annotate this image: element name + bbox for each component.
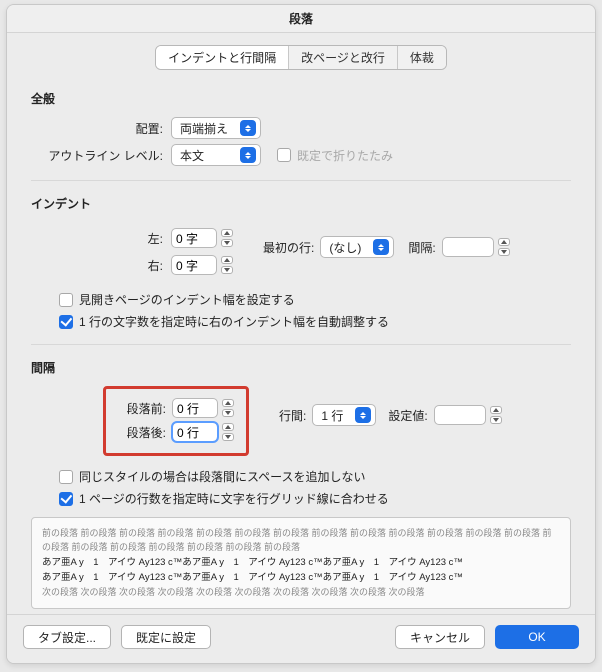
space-before-stepper[interactable]	[172, 397, 234, 419]
preview-pane: 前の段落 前の段落 前の段落 前の段落 前の段落 前の段落 前の段落 前の段落 …	[31, 517, 571, 609]
collapsed-label: 既定で折りたたみ	[297, 147, 393, 164]
step-up-icon[interactable]	[221, 256, 233, 264]
step-up-icon[interactable]	[490, 406, 502, 414]
space-before-input[interactable]	[172, 398, 218, 418]
outline-select[interactable]: 本文	[171, 144, 261, 166]
step-down-icon[interactable]	[221, 239, 233, 247]
mirror-indent-checkbox[interactable]	[59, 293, 73, 307]
line-at-input[interactable]	[434, 405, 486, 425]
alignment-select[interactable]: 両端揃え	[171, 117, 261, 139]
step-up-icon[interactable]	[221, 229, 233, 237]
alignment-label: 配置:	[31, 120, 171, 137]
indent-left-label: 左:	[31, 230, 171, 247]
step-up-icon[interactable]	[222, 399, 234, 407]
outline-value: 本文	[180, 147, 204, 164]
line-spacing-value: 1 行	[321, 407, 343, 424]
section-spacing: 間隔	[31, 359, 571, 376]
step-down-icon[interactable]	[498, 248, 510, 256]
step-up-icon[interactable]	[222, 423, 234, 431]
line-spacing-select[interactable]: 1 行	[312, 404, 376, 426]
space-after-stepper[interactable]	[172, 421, 234, 443]
chevron-updown-icon	[373, 239, 389, 255]
ok-button[interactable]: OK	[495, 625, 579, 649]
step-down-icon[interactable]	[221, 266, 233, 274]
firstline-select[interactable]: (なし)	[320, 236, 394, 258]
indent-right-label: 右:	[31, 257, 171, 274]
tab-typography[interactable]: 体裁	[398, 46, 446, 69]
section-general: 全般	[31, 90, 571, 107]
indent-right-stepper[interactable]	[171, 254, 233, 276]
dialog-title: 段落	[7, 5, 595, 33]
indent-left-input[interactable]	[171, 228, 217, 248]
tab-page-break[interactable]: 改ページと改行	[289, 46, 398, 69]
spacing-highlight-box: 段落前: 段落後:	[103, 386, 249, 456]
separator	[31, 344, 571, 345]
no-space-same-style-label: 同じスタイルの場合は段落間にスペースを追加しない	[79, 468, 366, 485]
indent-right-input[interactable]	[171, 255, 217, 275]
separator	[31, 180, 571, 181]
preview-before: 前の段落 前の段落 前の段落 前の段落 前の段落 前の段落 前の段落 前の段落 …	[42, 526, 560, 555]
snap-to-grid-label: 1 ページの行数を指定時に文字を行グリッド線に合わせる	[79, 490, 389, 507]
autoadjust-indent-label: 1 行の文字数を指定時に右のインデント幅を自動調整する	[79, 313, 389, 330]
firstline-label: 最初の行:	[263, 239, 320, 256]
chevron-updown-icon	[355, 407, 371, 423]
alignment-value: 両端揃え	[180, 120, 228, 137]
paragraph-dialog: 段落 インデントと行間隔 改ページと改行 体裁 全般 配置: 両端揃え アウトラ…	[6, 4, 596, 664]
chevron-updown-icon	[240, 120, 256, 136]
firstline-value: (なし)	[329, 239, 361, 256]
chevron-updown-icon	[240, 147, 256, 163]
step-down-icon[interactable]	[222, 409, 234, 417]
space-after-label: 段落後:	[118, 424, 172, 441]
tab-indent-spacing[interactable]: インデントと行間隔	[156, 46, 289, 69]
space-before-label: 段落前:	[118, 400, 172, 417]
content-area: 全般 配置: 両端揃え アウトライン レベル: 本文 既定で折りたたみ インデン…	[7, 82, 595, 614]
step-down-icon[interactable]	[490, 416, 502, 424]
dialog-footer: タブ設定... 既定に設定 キャンセル OK	[7, 614, 595, 663]
step-down-icon[interactable]	[222, 433, 234, 441]
preview-body-line: あア亜A y 1 アイウ Ay123 c™あア亜A y 1 アイウ Ay123 …	[42, 570, 560, 585]
set-default-button[interactable]: 既定に設定	[121, 625, 211, 649]
outline-label: アウトライン レベル:	[31, 147, 171, 164]
line-at-stepper[interactable]	[434, 404, 502, 426]
preview-body-line: あア亜A y 1 アイウ Ay123 c™あア亜A y 1 アイウ Ay123 …	[42, 555, 560, 570]
tabs-settings-button[interactable]: タブ設定...	[23, 625, 111, 649]
no-space-same-style-checkbox[interactable]	[59, 470, 73, 484]
mirror-indent-label: 見開きページのインデント幅を設定する	[79, 291, 295, 308]
space-after-input[interactable]	[172, 422, 218, 442]
firstline-amount-label: 間隔:	[408, 239, 441, 256]
cancel-button[interactable]: キャンセル	[395, 625, 485, 649]
tab-bar: インデントと行間隔 改ページと改行 体裁	[7, 45, 595, 70]
autoadjust-indent-checkbox[interactable]	[59, 315, 73, 329]
section-indent: インデント	[31, 195, 571, 212]
firstline-amount-stepper[interactable]	[442, 236, 510, 258]
snap-to-grid-checkbox[interactable]	[59, 492, 73, 506]
indent-left-stepper[interactable]	[171, 227, 233, 249]
preview-after: 次の段落 次の段落 次の段落 次の段落 次の段落 次の段落 次の段落 次の段落 …	[42, 585, 560, 599]
step-up-icon[interactable]	[498, 238, 510, 246]
line-spacing-label: 行間:	[279, 407, 312, 424]
firstline-amount-input[interactable]	[442, 237, 494, 257]
collapsed-checkbox	[277, 148, 291, 162]
line-at-label: 設定値:	[388, 407, 433, 424]
